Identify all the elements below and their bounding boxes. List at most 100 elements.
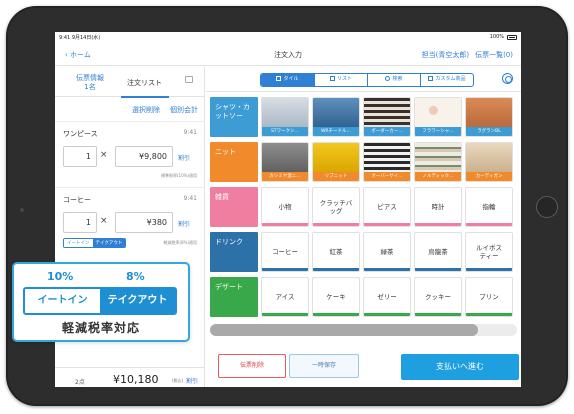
product-tile[interactable]: 紅茶 bbox=[312, 232, 360, 272]
delete-slip-button[interactable]: 伝票削除 bbox=[218, 354, 286, 378]
category-color-bar bbox=[364, 223, 410, 226]
product-tile[interactable]: アイス bbox=[261, 277, 309, 317]
product-tile[interactable]: ラグランBL bbox=[465, 97, 513, 137]
tab-order-list[interactable]: 注文リスト bbox=[127, 78, 162, 88]
product-tile[interactable]: WRチードル… bbox=[312, 97, 360, 137]
home-button[interactable] bbox=[536, 196, 558, 218]
category-desserts[interactable]: デザート bbox=[210, 277, 258, 317]
category-shirts[interactable]: シャツ・カットソー bbox=[210, 97, 258, 137]
product-name: カーディガン bbox=[466, 172, 512, 181]
product-tile[interactable]: 烏龍茶 bbox=[414, 232, 462, 272]
tab-custom-product-label: カスタム商品 bbox=[435, 76, 466, 82]
quantity-field[interactable]: 1 bbox=[63, 212, 97, 233]
eat-in-option[interactable]: イートイン bbox=[64, 239, 93, 247]
product-name: クッキー bbox=[425, 293, 451, 301]
tab-slip-info-guests: 1名 bbox=[84, 83, 96, 91]
category-color-bar bbox=[313, 313, 359, 316]
slip-list-button[interactable]: 伝票一覧(0) bbox=[475, 50, 513, 60]
product-tile[interactable]: リブニット bbox=[312, 142, 360, 182]
product-tile[interactable]: オーバーサイ… bbox=[363, 142, 411, 182]
divider bbox=[206, 91, 521, 92]
product-tile[interactable]: カーディガン bbox=[465, 142, 513, 182]
product-tile[interactable]: コーヒー bbox=[261, 232, 309, 272]
product-name: WRチードル… bbox=[313, 127, 359, 136]
tab-tile[interactable]: タイル bbox=[261, 74, 314, 86]
proceed-to-payment-button[interactable]: 支払いへ進む bbox=[401, 354, 519, 380]
product-name: カシミヤ混ニ… bbox=[262, 172, 308, 181]
scrollbar-thumb[interactable] bbox=[210, 324, 478, 336]
product-name: クラッチバッグ bbox=[319, 199, 353, 215]
category-color-bar bbox=[262, 268, 308, 271]
tab-search[interactable]: 検索 bbox=[367, 74, 420, 86]
reduced-tax-callout: 10% 8% イートイン テイクアウト 軽減税率対応 bbox=[12, 262, 190, 342]
status-time: 9:41 9月14日(水) bbox=[59, 35, 101, 41]
product-tile[interactable]: プリン bbox=[465, 277, 513, 317]
product-tile[interactable]: フラワーシャ… bbox=[414, 97, 462, 137]
item-count: 2点 bbox=[75, 379, 85, 386]
product-photo bbox=[313, 143, 359, 174]
discount-button[interactable]: 割引 bbox=[178, 219, 190, 228]
order-total: 2点 ¥10,180 (税込) 割引 bbox=[55, 367, 205, 387]
eat-in-takeout-toggle[interactable]: イートイン テイクアウト bbox=[63, 238, 127, 248]
total-discount-button[interactable]: 割引 bbox=[186, 376, 198, 385]
category-color-bar bbox=[364, 313, 410, 316]
order-item[interactable]: ワンピース 9:41 1 × ¥9,800 割引 標準税率(10%)適用 bbox=[55, 121, 205, 187]
search-icon bbox=[385, 76, 391, 81]
category-knit[interactable]: ニット bbox=[210, 142, 258, 182]
product-tile[interactable]: ゼリー bbox=[363, 277, 411, 317]
list-icon bbox=[329, 76, 335, 81]
view-mode-segment: タイル リスト 検索 カスタム商品 bbox=[260, 73, 474, 87]
settings-icon[interactable] bbox=[502, 73, 513, 84]
active-tab-indicator bbox=[121, 96, 169, 98]
navigation-bar: ‹ ホーム 注文入力 担当(青空太郎) 伝票一覧(0) bbox=[55, 44, 521, 66]
product-photo bbox=[415, 98, 461, 129]
price-field[interactable]: ¥380 bbox=[115, 212, 173, 233]
custom-product-icon bbox=[428, 76, 434, 81]
category-drinks[interactable]: ドリンク bbox=[210, 232, 258, 272]
calculator-icon[interactable] bbox=[185, 76, 193, 83]
order-item[interactable]: コーヒー 9:41 1 × ¥380 割引 イートイン テイクアウト 軽減税率(… bbox=[55, 187, 205, 253]
individual-payment-button[interactable]: 個別会計 bbox=[170, 105, 198, 115]
takeout-option[interactable]: テイクアウト bbox=[92, 239, 126, 247]
product-name: ノルディック… bbox=[415, 172, 461, 181]
product-tile[interactable]: 指輪 bbox=[465, 187, 513, 227]
tax-rate-note: 標準税率(10%)適用 bbox=[160, 173, 197, 178]
product-tile[interactable]: ケーキ bbox=[312, 277, 360, 317]
product-tile[interactable]: STワークシ… bbox=[261, 97, 309, 137]
eat-in-rate: 10% bbox=[47, 270, 74, 283]
product-tile[interactable]: ピアス bbox=[363, 187, 411, 227]
tab-custom-product[interactable]: カスタム商品 bbox=[420, 74, 473, 86]
product-tile[interactable]: ルイボスティー bbox=[465, 232, 513, 272]
product-tile[interactable]: クラッチバッグ bbox=[312, 187, 360, 227]
price-field[interactable]: ¥9,800 bbox=[115, 146, 173, 167]
product-name: フラワーシャ… bbox=[415, 127, 461, 136]
product-tile[interactable]: カシミヤ混ニ… bbox=[261, 142, 309, 182]
product-name: リブニット bbox=[313, 172, 359, 181]
tab-list-label: リスト bbox=[336, 76, 352, 82]
category-color-bar bbox=[415, 313, 461, 316]
product-tile[interactable]: ボーダーカー… bbox=[363, 97, 411, 137]
tab-slip-info[interactable]: 伝票情報 1名 bbox=[65, 74, 115, 92]
horizontal-scrollbar[interactable] bbox=[210, 324, 517, 336]
tab-list[interactable]: リスト bbox=[314, 74, 367, 86]
category-goods[interactable]: 雑貨 bbox=[210, 187, 258, 227]
product-tile[interactable]: クッキー bbox=[414, 277, 462, 317]
back-button[interactable]: ‹ ホーム bbox=[65, 50, 91, 60]
status-bar: 9:41 9月14日(水) 100% bbox=[55, 32, 521, 42]
product-tile[interactable]: 時計 bbox=[414, 187, 462, 227]
product-name: オーバーサイ… bbox=[364, 172, 410, 181]
product-tile[interactable]: ノルディック… bbox=[414, 142, 462, 182]
product-tile[interactable]: 小物 bbox=[261, 187, 309, 227]
product-name: アイス bbox=[275, 293, 295, 301]
product-photo bbox=[364, 143, 410, 174]
discount-button[interactable]: 割引 bbox=[178, 153, 190, 162]
select-delete-button[interactable]: 選択削除 bbox=[132, 105, 160, 115]
hold-button[interactable]: 一時保存 bbox=[289, 354, 359, 378]
quantity-field[interactable]: 1 bbox=[63, 146, 97, 167]
product-photo bbox=[415, 143, 461, 174]
battery-percent: 100% bbox=[489, 34, 504, 40]
product-name: 時計 bbox=[431, 203, 445, 211]
product-tile[interactable]: 緑茶 bbox=[363, 232, 411, 272]
category-color-bar bbox=[466, 313, 512, 316]
staff-button[interactable]: 担当(青空太郎) bbox=[422, 50, 469, 60]
